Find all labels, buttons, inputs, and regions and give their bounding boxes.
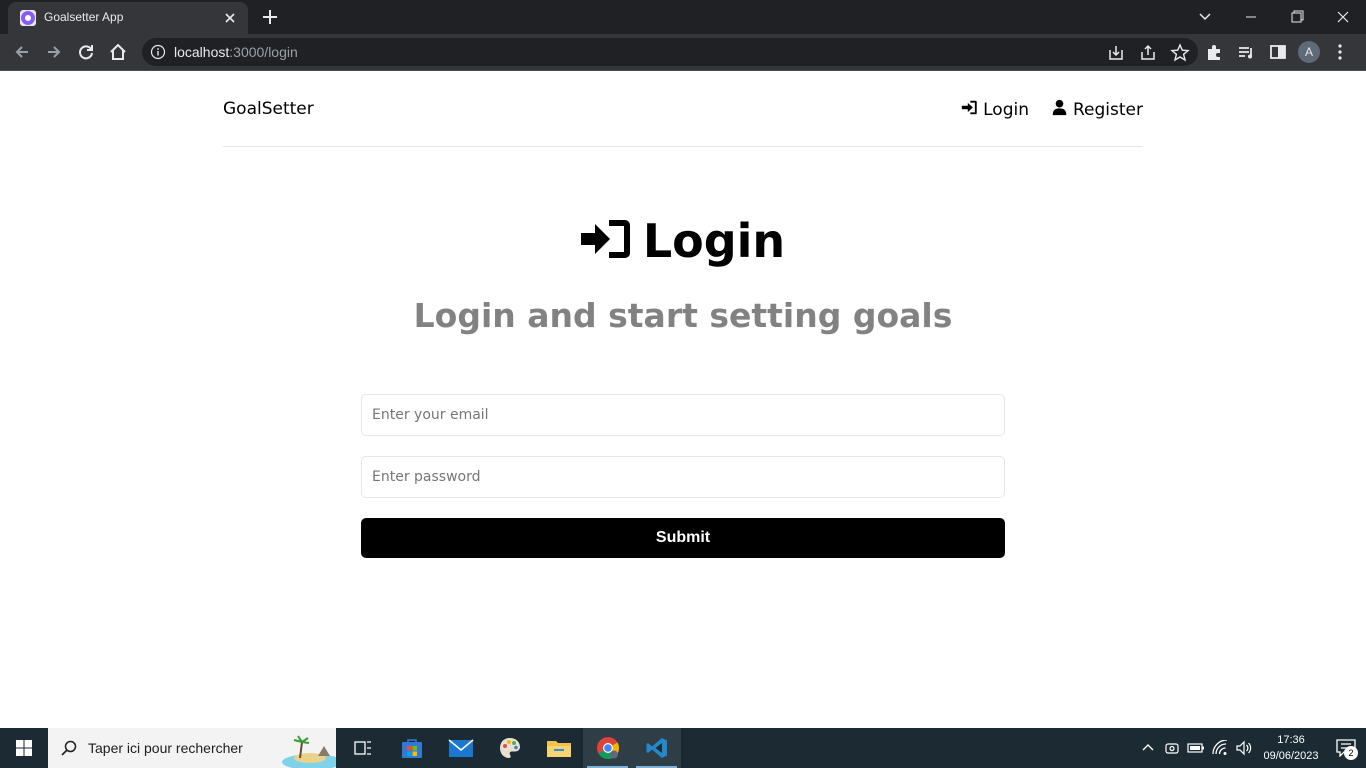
battery-icon[interactable]: [1184, 728, 1208, 768]
sign-in-icon: [961, 99, 978, 121]
chevron-up-icon[interactable]: [1136, 728, 1160, 768]
page-content: GoalSetter Login Register Login Login an…: [0, 71, 1366, 728]
favicon-icon: [20, 10, 36, 26]
browser-toolbar: localhost:3000/login A: [0, 34, 1366, 71]
extensions-icon[interactable]: [1202, 40, 1226, 64]
password-input[interactable]: [361, 456, 1005, 498]
email-input[interactable]: [361, 394, 1005, 436]
volume-icon[interactable]: [1232, 728, 1256, 768]
search-icon: [60, 739, 78, 757]
nav-register-label: Register: [1073, 100, 1143, 120]
paint-icon[interactable]: [485, 728, 534, 768]
clock-time: 17:36: [1277, 734, 1305, 746]
url-path: :3000/login: [229, 44, 298, 60]
submit-button[interactable]: Submit: [361, 518, 1005, 558]
browser-tab[interactable]: Goalsetter App: [8, 2, 248, 34]
search-highlight-illustration: [278, 728, 336, 768]
chevron-down-icon[interactable]: [1182, 0, 1228, 34]
windows-taskbar: Taper ici pour rechercher 17:36 09/06/20…: [0, 728, 1366, 768]
tab-title: Goalsetter App: [44, 10, 124, 24]
media-queue-icon[interactable]: [1234, 40, 1258, 64]
url-host: localhost: [174, 44, 230, 60]
bookmark-star-icon[interactable]: [1168, 41, 1192, 65]
profile-avatar[interactable]: A: [1298, 41, 1320, 63]
forward-arrow-icon[interactable]: [40, 38, 68, 66]
notification-count-badge: 2: [1344, 746, 1358, 760]
site-header: GoalSetter Login Register: [223, 71, 1143, 147]
close-window-icon[interactable]: [1320, 0, 1366, 34]
menu-dots-icon[interactable]: [1328, 40, 1352, 64]
brand-link[interactable]: GoalSetter: [223, 99, 314, 119]
meet-now-icon[interactable]: [1160, 728, 1184, 768]
wifi-icon[interactable]: [1208, 728, 1232, 768]
mail-icon[interactable]: [436, 728, 485, 768]
microsoft-store-icon[interactable]: [387, 728, 436, 768]
back-arrow-icon[interactable]: [8, 38, 36, 66]
url-text: localhost:3000/login: [174, 44, 298, 60]
reload-icon[interactable]: [72, 38, 100, 66]
browser-tabstrip: Goalsetter App: [0, 0, 1366, 34]
search-placeholder: Taper ici pour rechercher: [88, 740, 243, 756]
side-panel-icon[interactable]: [1266, 40, 1290, 64]
sign-in-icon: [580, 218, 631, 264]
page-heading: Login: [0, 214, 1366, 268]
home-icon[interactable]: [104, 38, 132, 66]
notification-center-icon[interactable]: 2: [1326, 728, 1366, 768]
chrome-taskbar-icon[interactable]: [583, 728, 632, 768]
nav-login-link[interactable]: Login: [961, 99, 1029, 121]
vscode-taskbar-icon[interactable]: [632, 728, 681, 768]
close-tab-icon[interactable]: [220, 8, 240, 28]
page-title: Login: [642, 214, 786, 268]
taskbar-search-box[interactable]: Taper ici pour rechercher: [48, 728, 336, 768]
new-tab-icon[interactable]: [258, 5, 282, 29]
nav-login-label: Login: [983, 100, 1029, 120]
nav-register-link[interactable]: Register: [1051, 99, 1143, 121]
file-explorer-icon[interactable]: [534, 728, 583, 768]
windows-start-icon[interactable]: [0, 728, 48, 768]
task-view-icon[interactable]: [338, 728, 387, 768]
user-icon: [1051, 99, 1068, 121]
install-app-icon[interactable]: [1104, 41, 1128, 65]
minimize-icon[interactable]: [1228, 0, 1274, 34]
system-tray: 17:36 09/06/2023 2: [1136, 728, 1366, 768]
restore-icon[interactable]: [1274, 0, 1320, 34]
info-icon[interactable]: [150, 44, 166, 60]
clock[interactable]: 17:36 09/06/2023: [1256, 732, 1326, 764]
page-subtitle: Login and start setting goals: [413, 296, 953, 335]
address-bar[interactable]: localhost:3000/login: [142, 38, 1198, 66]
header-nav: Login Register: [961, 99, 1143, 121]
clock-date: 09/06/2023: [1263, 750, 1319, 762]
share-icon[interactable]: [1136, 41, 1160, 65]
login-form: Submit: [361, 394, 1005, 558]
